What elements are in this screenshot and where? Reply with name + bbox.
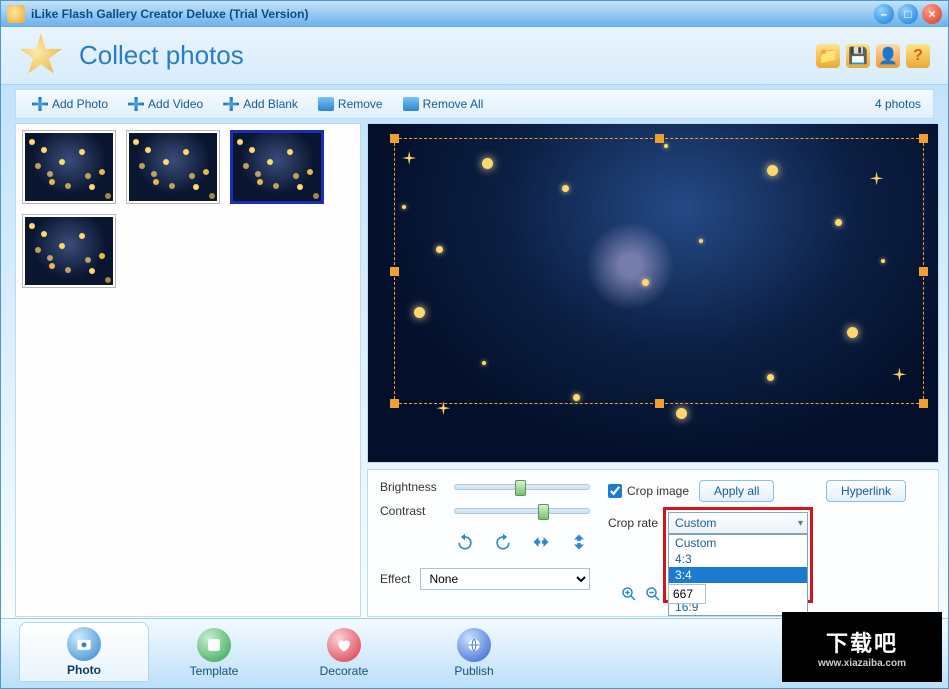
thumb-image: [129, 133, 217, 201]
thumb-image: [25, 133, 113, 201]
thumb-image: [25, 217, 113, 285]
apply-all-button[interactable]: Apply all: [699, 480, 774, 502]
crop-rate-option[interactable]: 4:3: [669, 551, 807, 567]
add-photo-button[interactable]: Add Photo: [22, 95, 118, 113]
help-button[interactable]: ?: [906, 44, 930, 68]
crop-rate-option[interactable]: Custom: [669, 535, 807, 551]
thumbnail[interactable]: 1: [22, 130, 116, 204]
zoom-input[interactable]: [668, 584, 706, 604]
watermark: 下载吧 www.xiazaiba.com: [782, 612, 942, 682]
close-button[interactable]: ×: [922, 4, 942, 24]
brightness-label: Brightness: [380, 480, 444, 494]
open-folder-button[interactable]: 📁: [816, 44, 840, 68]
contrast-label: Contrast: [380, 504, 444, 518]
maximize-button[interactable]: □: [898, 4, 918, 24]
template-icon: [197, 628, 231, 662]
minimize-button[interactable]: –: [874, 4, 894, 24]
photo-count: 4 photos: [875, 97, 927, 111]
rotate-right-icon[interactable]: [492, 532, 514, 552]
thumbnail[interactable]: 2: [126, 130, 220, 204]
zoom-out-icon[interactable]: [644, 585, 662, 603]
crop-handle[interactable]: [390, 134, 399, 143]
account-button[interactable]: 👤: [876, 44, 900, 68]
thumb-image: [233, 133, 321, 201]
preview-panel: [367, 123, 939, 463]
titlebar: iLike Flash Gallery Creator Deluxe (Tria…: [1, 1, 948, 27]
add-video-button[interactable]: Add Video: [118, 95, 213, 113]
crop-rate-value: Custom: [675, 516, 716, 530]
crop-image-checkbox[interactable]: Crop image: [608, 484, 689, 498]
zoom-in-icon[interactable]: [620, 585, 638, 603]
crop-handle[interactable]: [390, 267, 399, 276]
crop-rect[interactable]: [394, 138, 924, 404]
contrast-slider[interactable]: [454, 508, 590, 514]
flip-horizontal-icon[interactable]: [530, 532, 552, 552]
brightness-slider[interactable]: [454, 484, 590, 490]
remove-button[interactable]: Remove: [308, 95, 393, 113]
photo-icon: [67, 627, 101, 661]
crop-handle[interactable]: [919, 399, 928, 408]
toolbar: Add Photo Add Video Add Blank Remove Rem…: [15, 89, 934, 119]
chevron-down-icon: ▾: [798, 518, 803, 529]
thumbnail[interactable]: 4: [22, 214, 116, 288]
flip-vertical-icon[interactable]: [568, 532, 590, 552]
effect-select[interactable]: None: [420, 568, 590, 590]
remove-all-button[interactable]: Remove All: [393, 95, 494, 113]
step-decorate[interactable]: Decorate: [279, 624, 409, 682]
thumbnail-selected[interactable]: 3: [230, 130, 324, 204]
thumbnail-panel: 1 2 3 4: [15, 123, 361, 617]
header: Collect photos 📁 💾 👤 ?: [1, 27, 948, 85]
crop-handle[interactable]: [390, 399, 399, 408]
crop-rate-dropdown[interactable]: Custom ▾ Custom 4:3 3:4 1:1 16:9: [668, 512, 808, 534]
page-title: Collect photos: [79, 40, 816, 71]
crop-handle[interactable]: [655, 134, 664, 143]
effect-label: Effect: [380, 572, 410, 586]
trash-icon: [403, 97, 419, 111]
step-publish[interactable]: Publish: [409, 624, 539, 682]
add-blank-button[interactable]: Add Blank: [213, 95, 308, 113]
step-template[interactable]: Template: [149, 624, 279, 682]
plus-icon: [223, 97, 239, 111]
minus-icon: [318, 97, 334, 111]
logo-icon: [19, 34, 63, 78]
crop-handle[interactable]: [919, 267, 928, 276]
crop-rate-label: Crop rate: [608, 516, 658, 530]
window-title: iLike Flash Gallery Creator Deluxe (Tria…: [31, 7, 874, 21]
crop-handle[interactable]: [655, 399, 664, 408]
crop-rate-option[interactable]: 3:4: [669, 567, 807, 583]
app-icon: [7, 5, 25, 23]
plus-icon: [128, 97, 144, 111]
save-project-button[interactable]: 💾: [846, 44, 870, 68]
controls-panel: Brightness Contrast Effect: [367, 469, 939, 617]
rotate-left-icon[interactable]: [454, 532, 476, 552]
app-window: iLike Flash Gallery Creator Deluxe (Tria…: [0, 0, 949, 689]
plus-icon: [32, 97, 48, 111]
step-photo[interactable]: Photo: [19, 622, 149, 682]
publish-icon: [457, 628, 491, 662]
crop-handle[interactable]: [919, 134, 928, 143]
hyperlink-button[interactable]: Hyperlink: [826, 480, 906, 502]
decorate-icon: [327, 628, 361, 662]
